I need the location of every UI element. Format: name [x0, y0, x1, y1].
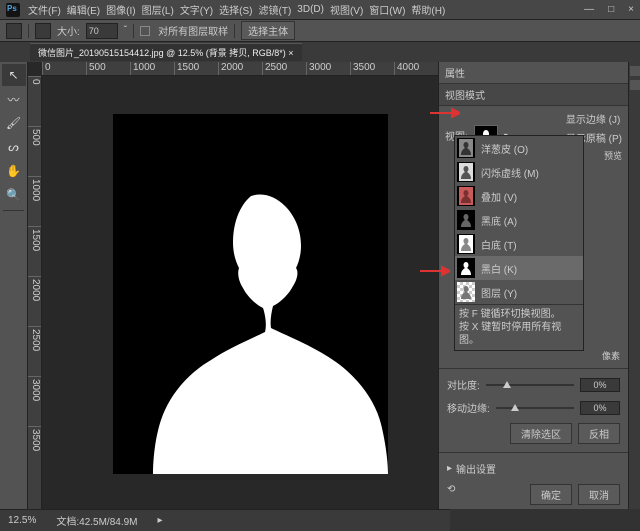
lasso-tool-icon[interactable]: ᔕ	[2, 136, 26, 158]
ruler-vertical: 0500100015002000250030003500	[28, 76, 42, 509]
refine-brush-tool-icon[interactable]: 〰	[2, 88, 26, 110]
view-mode-onion[interactable]: 洋葱皮 (O)	[455, 136, 583, 160]
mask-silhouette	[153, 194, 388, 474]
document-tab[interactable]: 微信图片_20190515154412.jpg @ 12.5% (背景 拷贝, …	[30, 43, 302, 61]
sample-all-checkbox[interactable]	[140, 26, 150, 36]
contrast-label: 对比度:	[447, 377, 480, 392]
tool-preset-icon[interactable]	[6, 23, 22, 39]
zoom-tool-icon[interactable]: 🔍	[2, 184, 26, 206]
document-tabbar: 微信图片_20190515154412.jpg @ 12.5% (背景 拷贝, …	[0, 42, 640, 62]
contrast-value[interactable]: 0%	[580, 378, 620, 392]
menubar: 文件(F) 编辑(E) 图像(I) 图层(L) 文字(Y) 选择(S) 滤镜(T…	[0, 0, 640, 20]
invert-button[interactable]: 反相	[578, 423, 620, 444]
window-maximize-icon[interactable]: □	[608, 4, 614, 15]
menu-edit[interactable]: 编辑(E)	[67, 2, 100, 17]
view-mode-black-white[interactable]: 黑白 (K)	[455, 256, 583, 280]
brush-tip-icon[interactable]	[35, 23, 51, 39]
output-settings-label[interactable]: 输出设置	[456, 461, 496, 476]
ruler-horizontal: 05001000150020002500300035004000	[42, 62, 438, 76]
panel-section-view-mode: 视图模式	[439, 84, 628, 106]
canvas-area: 05001000150020002500300035004000 0500100…	[28, 62, 438, 509]
menu-view[interactable]: 视图(V)	[330, 2, 363, 17]
window-close-icon[interactable]: ×	[628, 4, 634, 15]
size-label: 大小:	[57, 23, 80, 38]
view-mode-on-layers[interactable]: 图层 (Y)	[455, 280, 583, 304]
shift-edge-slider[interactable]	[496, 407, 574, 409]
menu-filter[interactable]: 滤镜(T)	[259, 2, 292, 17]
panel-title: 属性	[439, 62, 628, 84]
collapsed-panel-icon[interactable]	[630, 80, 640, 90]
zoom-level[interactable]: 12.5%	[8, 515, 36, 526]
menu-select[interactable]: 选择(S)	[219, 2, 252, 17]
size-caret-icon[interactable]: ˇ	[124, 25, 127, 36]
quick-select-tool-icon[interactable]: ↖	[2, 64, 26, 86]
menu-help[interactable]: 帮助(H)	[411, 2, 445, 17]
collapsed-panel-strip	[628, 62, 640, 509]
hand-tool-icon[interactable]: ✋	[2, 160, 26, 182]
status-caret-icon[interactable]: ▸	[158, 515, 163, 526]
options-bar: 大小: ˇ 对所有图层取样 选择主体	[0, 20, 640, 42]
reset-icon[interactable]: ⟲	[447, 484, 455, 505]
select-subject-button[interactable]: 选择主体	[241, 21, 295, 40]
annotation-arrow-icon	[420, 265, 450, 277]
menu-window[interactable]: 窗口(W)	[369, 2, 405, 17]
chevron-right-icon[interactable]: ▸	[447, 463, 452, 474]
menu-image[interactable]: 图像(I)	[106, 2, 135, 17]
sample-all-label: 对所有图层取样	[158, 23, 228, 38]
brush-tool-icon[interactable]: 🖌	[2, 112, 26, 134]
document-canvas[interactable]	[113, 114, 388, 474]
app-logo-icon	[6, 3, 20, 17]
dropdown-footer: 按 F 键循环切换视图。 按 X 键暂时停用所有视图。	[455, 304, 583, 350]
window-minimize-icon[interactable]: —	[584, 4, 594, 15]
shift-edge-value[interactable]: 0%	[580, 401, 620, 415]
view-mode-dropdown: 洋葱皮 (O) 闪烁虚线 (M) 叠加 (V) 黑底 (A) 白底 (T) 黑白…	[454, 135, 584, 351]
view-mode-on-black[interactable]: 黑底 (A)	[455, 208, 583, 232]
collapsed-panel-icon[interactable]	[630, 66, 640, 76]
show-edge-label: 显示边缘 (J)	[566, 111, 620, 126]
menu-file[interactable]: 文件(F)	[28, 2, 61, 17]
cancel-button[interactable]: 取消	[578, 484, 620, 505]
shift-edge-label: 移动边缘:	[447, 400, 490, 415]
menu-type[interactable]: 文字(Y)	[180, 2, 213, 17]
status-bar: 12.5% 文档:42.5M/84.9M ▸	[0, 509, 450, 531]
view-mode-marching-ants[interactable]: 闪烁虚线 (M)	[455, 160, 583, 184]
clear-selection-button[interactable]: 清除选区	[510, 423, 572, 444]
doc-size: 文档:42.5M/84.9M	[56, 513, 137, 528]
left-toolbar: ↖ 〰 🖌 ᔕ ✋ 🔍	[0, 62, 28, 509]
size-input[interactable]	[86, 23, 118, 39]
ok-button[interactable]: 确定	[530, 484, 572, 505]
contrast-slider[interactable]	[486, 384, 574, 386]
menu-layer[interactable]: 图层(L)	[142, 2, 174, 17]
view-mode-on-white[interactable]: 白底 (T)	[455, 232, 583, 256]
menu-3d[interactable]: 3D(D)	[297, 4, 324, 15]
view-mode-overlay[interactable]: 叠加 (V)	[455, 184, 583, 208]
annotation-arrow-icon	[430, 107, 460, 119]
